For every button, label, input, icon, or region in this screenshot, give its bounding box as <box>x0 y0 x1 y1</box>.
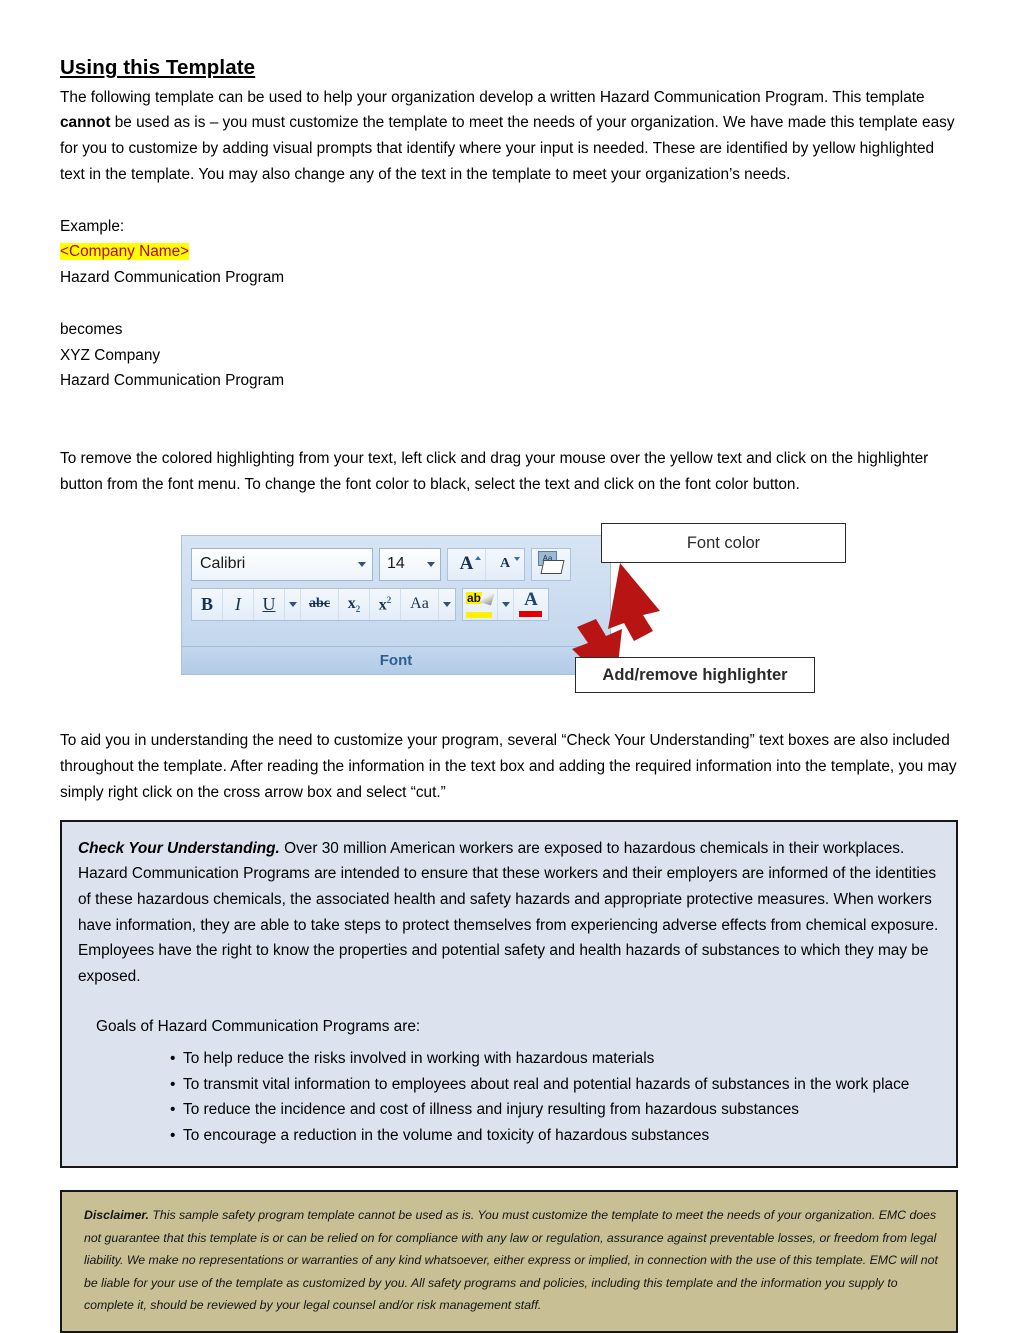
clear-formatting-button[interactable]: Aa <box>532 549 570 580</box>
ribbon-group-label: Font <box>182 646 610 675</box>
example-placeholder-line: <Company Name> <box>60 239 958 265</box>
font-size-step-group: A A <box>447 547 525 581</box>
eraser-icon <box>540 559 565 574</box>
color-group: ab A <box>462 587 549 621</box>
example-label: Example: <box>60 217 125 235</box>
example-spacer <box>60 291 958 317</box>
list-item: • To encourage a reduction in the volume… <box>78 1123 940 1149</box>
list-item-label: To encourage a reduction in the volume a… <box>183 1126 710 1144</box>
grow-font-button[interactable]: A <box>448 548 486 580</box>
font-name-combobox[interactable]: Calibri <box>191 547 373 581</box>
list-item: • To help reduce the risks involved in w… <box>78 1046 940 1072</box>
shrink-font-icon: A <box>499 556 511 572</box>
example-program-line-2: Hazard Communication Program <box>60 372 285 390</box>
clear-formatting-group: Aa <box>531 547 571 581</box>
change-case-dropdown-button[interactable] <box>439 589 455 620</box>
italic-button[interactable]: I <box>223 588 254 620</box>
font-ribbon-illustration: Calibri 14 A A Aa B I U abc x2 x2 Aa ab … <box>60 523 958 728</box>
cyu-heading: Check Your Understanding. <box>78 839 280 857</box>
intro-paragraph: The following template can be used to he… <box>60 85 958 188</box>
pre-remove-spacer-2 <box>60 420 958 446</box>
word-font-ribbon-group: Calibri 14 A A Aa B I U abc x2 x2 Aa ab … <box>181 535 611 676</box>
disclaimer-box: Disclaimer. This sample safety program t… <box>60 1190 958 1333</box>
font-color-swatch <box>519 610 542 617</box>
example-company-line: XYZ Company <box>60 346 161 364</box>
font-size-combobox[interactable]: 14 <box>379 547 441 581</box>
pre-remove-spacer <box>60 394 958 420</box>
font-color-button[interactable]: A <box>514 589 548 620</box>
font-color-icon: A <box>514 589 548 620</box>
font-color-a-label: A <box>524 588 538 610</box>
intro-text-after-bold: be used as is – you must customize the t… <box>60 114 955 184</box>
cyu-goals-intro: Goals of Hazard Communication Programs a… <box>96 1018 421 1036</box>
disclaimer-heading: Disclaimer. <box>84 1208 149 1223</box>
list-item: • To transmit vital information to emplo… <box>78 1072 940 1098</box>
bold-button[interactable]: B <box>192 588 223 620</box>
list-item-label: To transmit vital information to employe… <box>183 1075 910 1093</box>
underline-dropdown-button[interactable] <box>285 588 301 620</box>
highlighter-icon: ab <box>463 589 497 620</box>
chevron-down-icon <box>501 601 510 607</box>
strikethrough-button[interactable]: abc <box>301 588 339 620</box>
change-case-button[interactable]: Aa <box>401 588 439 620</box>
shrink-font-button[interactable]: A <box>486 549 524 580</box>
cyu-paragraph: Check Your Understanding. Over 30 millio… <box>78 836 940 990</box>
disclaimer-paragraph: Disclaimer. This sample safety program t… <box>84 1204 938 1317</box>
callout-font-color: Font color <box>601 523 846 564</box>
list-item-label: To help reduce the risks involved in wor… <box>183 1049 655 1067</box>
font-name-value: Calibri <box>200 555 246 573</box>
italic-icon: I <box>235 593 241 614</box>
subscript-button[interactable]: x2 <box>339 588 370 620</box>
callout-highlighter-label: Add/remove highlighter <box>602 665 788 684</box>
text-box-paragraph: To aid you in understanding the need to … <box>60 732 957 801</box>
becomes-label: becomes <box>60 320 123 338</box>
page-title: Using this Template <box>60 56 256 79</box>
intro-text-before-bold: The following template can be used to he… <box>60 88 925 106</box>
bullet-icon: • <box>170 1126 176 1144</box>
underline-button[interactable]: U <box>254 588 285 620</box>
cyu-goals-list: • To help reduce the risks involved in w… <box>78 1046 940 1148</box>
chevron-down-icon <box>427 561 435 567</box>
document-page: Using this Template The following templa… <box>0 0 1020 1333</box>
grow-font-icon: A <box>459 553 474 575</box>
ribbon-row-bottom: B I U abc x2 x2 Aa ab A <box>191 584 601 624</box>
disclaimer-body: This sample safety program template cann… <box>84 1208 938 1313</box>
superscript-button[interactable]: x2 <box>370 588 401 620</box>
list-item-label: To reduce the incidence and cost of illn… <box>183 1101 799 1119</box>
example-program-line: Hazard Communication Program <box>60 269 285 287</box>
list-item: • To reduce the incidence and cost of il… <box>78 1097 940 1123</box>
strikethrough-icon: abc <box>309 596 330 612</box>
chevron-down-icon <box>443 601 451 607</box>
bullet-icon: • <box>170 1049 176 1067</box>
text-style-group: B I U abc x2 x2 Aa <box>191 587 456 621</box>
bullet-icon: • <box>170 1075 176 1093</box>
cyu-body: Over 30 million American workers are exp… <box>78 839 939 985</box>
chevron-down-icon <box>288 601 297 607</box>
callout-add-remove-highlighter: Add/remove highlighter <box>575 657 815 694</box>
intro-bold-word: cannot <box>60 114 111 132</box>
font-size-value: 14 <box>387 555 405 573</box>
callout-font-color-label: Font color <box>686 533 761 552</box>
highlight-color-swatch <box>466 611 492 618</box>
change-case-icon: Aa <box>410 595 429 613</box>
remove-highlight-paragraph: To remove the colored highlighting from … <box>60 449 929 493</box>
bold-icon: B <box>200 593 213 614</box>
chevron-down-icon <box>358 561 366 567</box>
check-your-understanding-box: Check Your Understanding. Over 30 millio… <box>60 819 958 1169</box>
company-name-placeholder: <Company Name> <box>60 243 190 261</box>
underline-icon: U <box>262 593 276 614</box>
arrow-to-font-color <box>608 563 660 642</box>
clear-formatting-icon: Aa <box>536 550 566 578</box>
highlight-color-dropdown-button[interactable] <box>498 588 514 620</box>
ribbon-row-top: Calibri 14 A A Aa <box>191 544 601 584</box>
text-highlight-color-button[interactable]: ab <box>463 588 498 620</box>
subscript-icon: x2 <box>347 594 361 614</box>
caret-down-icon <box>514 556 520 561</box>
bullet-icon: • <box>170 1101 176 1119</box>
superscript-icon: x2 <box>378 594 392 614</box>
caret-up-icon <box>475 555 481 560</box>
